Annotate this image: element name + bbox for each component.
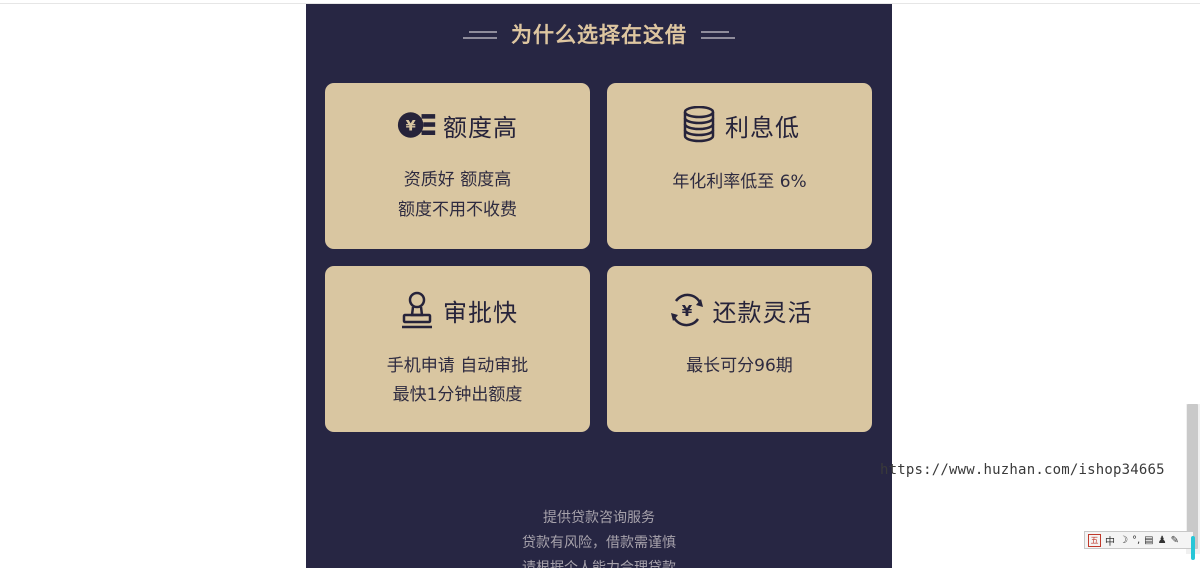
card-description-line: 最快1分钟出额度 — [392, 385, 523, 405]
heading-decoration-left — [463, 27, 497, 41]
ime-mode-toggle[interactable]: 中 — [1105, 533, 1115, 548]
watermark-url: https://www.huzhan.com/ishop34665 — [880, 462, 1165, 478]
feature-card-low-interest: 利息低 年化利率低至 6% — [607, 83, 872, 249]
feature-card-fast-approval: 审批快 手机申请 自动审批 最快1分钟出额度 — [325, 266, 590, 432]
yen-coin-icon: ¥ — [397, 105, 437, 145]
heading-decoration-right — [701, 27, 735, 41]
footer-notice-line: 请根据个人能力合理贷款 — [522, 560, 676, 568]
stamp-icon — [397, 290, 437, 330]
card-description-line: 年化利率低至 6% — [672, 172, 807, 192]
ime-settings-icon[interactable]: ✎ — [1171, 535, 1179, 546]
ime-punctuation-icon[interactable]: °, — [1132, 535, 1140, 546]
heading-text: 为什么选择在这借 — [511, 23, 687, 47]
card-title: 额度高 — [443, 113, 518, 142]
yen-cycle-icon: ¥ — [667, 290, 707, 330]
ime-toolbar[interactable]: 五 中 ☽ °, ▤ ♟ ✎ — [1084, 531, 1194, 549]
promo-panel: 为什么选择在这借 ¥ 额度高 资质好 额度高 额度不用不收费 利息低 年化利率低… — [306, 4, 892, 568]
card-description-line: 资质好 额度高 — [403, 170, 512, 190]
card-title: 审批快 — [443, 298, 518, 327]
svg-text:¥: ¥ — [681, 302, 692, 320]
text-cursor-marker — [1191, 536, 1195, 560]
coin-stack-icon — [679, 105, 719, 145]
feature-card-flexible-repayment: ¥ 还款灵活 最长可分96期 — [607, 266, 872, 432]
card-description-line: 最长可分96期 — [686, 356, 793, 376]
card-description-line: 额度不用不收费 — [398, 200, 517, 220]
ime-moon-icon[interactable]: ☽ — [1119, 535, 1128, 546]
ime-user-icon[interactable]: ♟ — [1158, 535, 1167, 546]
section-heading: 为什么选择在这借 — [306, 16, 892, 52]
card-title: 还款灵活 — [712, 298, 813, 327]
scrollbar-thumb[interactable] — [1187, 404, 1198, 549]
card-description-line: 手机申请 自动审批 — [386, 356, 529, 376]
footer-notice-line: 贷款有风险，借款需谨慎 — [522, 535, 676, 551]
card-title: 利息低 — [725, 113, 800, 142]
footer-notice-line: 提供贷款咨询服务 — [543, 510, 655, 526]
ime-keyboard-icon[interactable]: ▤ — [1144, 535, 1153, 546]
feature-card-high-limit: ¥ 额度高 资质好 额度高 额度不用不收费 — [325, 83, 590, 249]
ime-logo-icon[interactable]: 五 — [1088, 533, 1101, 547]
svg-text:¥: ¥ — [406, 118, 416, 134]
